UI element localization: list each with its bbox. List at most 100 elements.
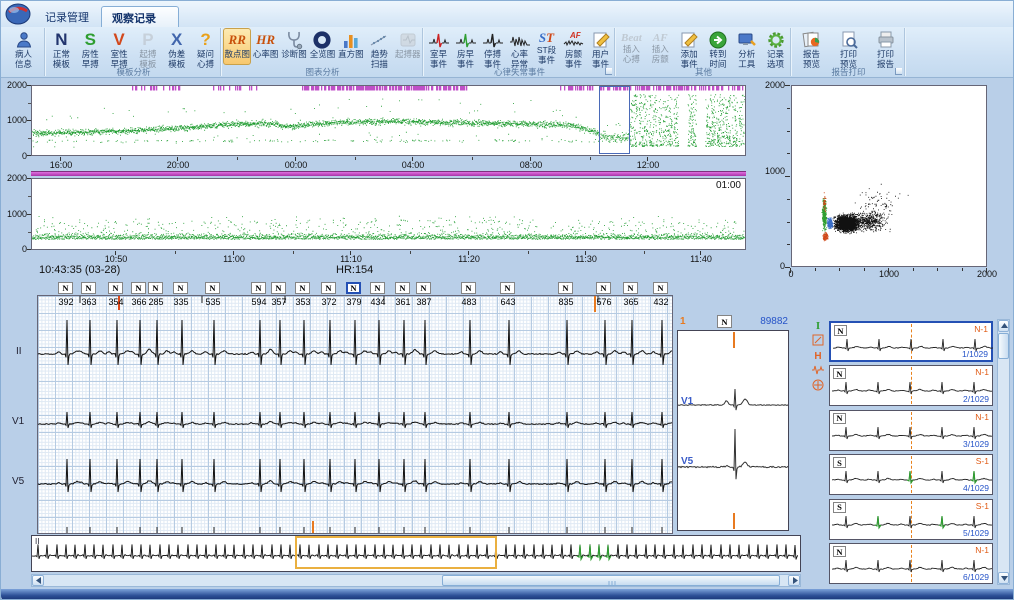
- print-preview-button[interactable]: 打印预览: [830, 28, 867, 65]
- rhythm-strip[interactable]: II: [31, 535, 801, 572]
- tab-observe-record[interactable]: 观察记录×: [101, 6, 179, 27]
- rr-trend-window-chart[interactable]: 01:00: [31, 178, 746, 250]
- viewer-beat-class-box[interactable]: N: [717, 315, 732, 328]
- beat-label-box[interactable]: N: [205, 282, 220, 294]
- strip-scrollbar[interactable]: [31, 574, 801, 587]
- beat-label-box[interactable]: N: [81, 282, 96, 294]
- caliper-tool-icon[interactable]: H: [811, 349, 825, 363]
- overview-plot-button[interactable]: 全览图: [308, 28, 336, 65]
- beat-label-box[interactable]: N: [108, 282, 123, 294]
- scroll-left-button[interactable]: [32, 575, 44, 586]
- beat-label-box[interactable]: N: [370, 282, 385, 294]
- pause-event-button[interactable]: 停搏事件: [479, 28, 506, 65]
- edit-tool-icon[interactable]: [811, 334, 825, 348]
- trend-scan-button[interactable]: 趋势扫描: [365, 28, 393, 65]
- y-tick-label: 1000: [757, 166, 785, 176]
- rr-scatter-plot-button[interactable]: RR散点图: [223, 28, 251, 65]
- center-tool-icon[interactable]: [811, 379, 825, 393]
- pacemaker-label: 起搏器: [395, 50, 421, 60]
- beat-label-box[interactable]: N: [395, 282, 410, 294]
- template-list-item-1[interactable]: NN-11/1029: [829, 321, 993, 362]
- beat-label-box[interactable]: N: [623, 282, 638, 294]
- ecg-grid[interactable]: [37, 295, 673, 534]
- histogram-plot-button[interactable]: 直方图: [337, 28, 365, 65]
- beat-label-box[interactable]: N: [295, 282, 310, 294]
- scroll-down-button[interactable]: [998, 572, 1009, 584]
- hr-abnormal-event-icon: [509, 30, 531, 50]
- goto-time-icon: [708, 30, 728, 50]
- artifact-template-button[interactable]: X伪差模板: [162, 28, 191, 65]
- list-scrollbar[interactable]: [997, 319, 1010, 585]
- template-list-item-2[interactable]: NN-12/1029: [829, 365, 993, 406]
- template-list-item-3[interactable]: NN-13/1029: [829, 410, 993, 451]
- beat-label: N: [465, 283, 471, 293]
- rr-poincare-plot[interactable]: [791, 85, 987, 267]
- beat-label-box[interactable]: N: [461, 282, 476, 294]
- scroll-right-button[interactable]: [788, 575, 800, 586]
- beat-label-box[interactable]: N: [346, 282, 361, 294]
- analysis-tools-button[interactable]: 分析工具: [732, 28, 761, 65]
- insert-beat-label: 插入心搏: [623, 45, 640, 64]
- template-list-item-5[interactable]: SS-15/1029: [829, 499, 993, 540]
- scrollbar-thumb[interactable]: [998, 333, 1009, 359]
- template-list-item-4[interactable]: SS-14/1029: [829, 454, 993, 495]
- beat-label-box[interactable]: N: [500, 282, 515, 294]
- st-segment-event-button[interactable]: STST段事件: [533, 28, 560, 65]
- scrollbar-thumb[interactable]: [442, 575, 780, 586]
- apb-event-button[interactable]: 房早事件: [452, 28, 479, 65]
- selection-window-box[interactable]: [599, 86, 630, 154]
- add-event-button[interactable]: 添加事件: [675, 28, 704, 65]
- insert-beat-icon: Beat: [621, 30, 642, 45]
- beat-label: N: [255, 283, 261, 293]
- ventricular-premature-template-button[interactable]: V室性早搏: [105, 28, 134, 65]
- template-list-item-6[interactable]: NN-16/1029: [829, 543, 993, 584]
- text-tool-icon[interactable]: I: [811, 319, 825, 333]
- user-event-button[interactable]: 用户事件: [587, 28, 614, 65]
- af-event-button[interactable]: AF房颤事件: [560, 28, 587, 65]
- normal-template-button[interactable]: N正常模板: [47, 28, 76, 65]
- ribbon-group-4: Beat插入心搏AF插入房颤添加事件转到时间分析工具记录选项其他: [617, 28, 791, 76]
- report-preview-button[interactable]: 报告预览: [793, 28, 830, 65]
- question-beat-template-button[interactable]: ?疑问心搏: [191, 28, 220, 65]
- beat-label-box[interactable]: N: [173, 282, 188, 294]
- strip-selection-box[interactable]: [295, 536, 497, 569]
- viewer-beat-index: 1: [680, 316, 686, 327]
- beat-label-box[interactable]: N: [131, 282, 146, 294]
- atrial-premature-template-button[interactable]: S房性早搏: [76, 28, 105, 65]
- wave-tool-icon[interactable]: [811, 364, 825, 378]
- app-logo-orb[interactable]: [5, 3, 31, 30]
- normal-template-icon: N: [55, 30, 67, 50]
- beat-label: N: [85, 283, 91, 293]
- rr-trend-overview-chart[interactable]: [31, 85, 746, 156]
- beat-label-box[interactable]: N: [58, 282, 73, 294]
- print-report-button[interactable]: 打印报告: [867, 28, 904, 65]
- dialog-launcher-icon[interactable]: [605, 68, 612, 75]
- beat-label-box[interactable]: N: [558, 282, 573, 294]
- pvc-event-button[interactable]: 室早事件: [425, 28, 452, 65]
- histogram-plot-icon: [341, 30, 361, 50]
- diagnosis-plot-icon: [284, 30, 304, 50]
- beat-label-box[interactable]: N: [251, 282, 266, 294]
- beat-label-box[interactable]: N: [271, 282, 286, 294]
- goto-time-button[interactable]: 转到时间: [703, 28, 732, 65]
- beat-label-box[interactable]: N: [596, 282, 611, 294]
- beat-label-box[interactable]: N: [321, 282, 336, 294]
- beat-label-box[interactable]: N: [653, 282, 668, 294]
- beat-label-box[interactable]: N: [148, 282, 163, 294]
- diagnosis-plot-button[interactable]: 诊断图: [280, 28, 308, 65]
- beat-label-box[interactable]: N: [416, 282, 431, 294]
- patient-info-button[interactable]: 病人信息: [3, 28, 44, 65]
- scroll-up-button[interactable]: [998, 320, 1009, 332]
- overview-plot-icon: [312, 30, 332, 50]
- hr-abnormal-event-button[interactable]: 心率异常: [506, 28, 533, 65]
- insert-beat-button: Beat插入心搏: [617, 28, 646, 65]
- x-tick-label: 10:50: [92, 254, 140, 264]
- dialog-launcher-icon[interactable]: [895, 68, 902, 75]
- pacemaker-button: 起搏器: [394, 28, 422, 65]
- record-options-button[interactable]: 记录选项: [761, 28, 790, 65]
- heart-rate-plot-button[interactable]: HR心率图: [251, 28, 279, 65]
- tab-record-management[interactable]: 记录管理: [35, 6, 99, 27]
- user-event-label: 用户事件: [592, 50, 609, 69]
- svg-text:AF: AF: [569, 31, 582, 40]
- rr-interval-value: 535: [199, 297, 227, 307]
